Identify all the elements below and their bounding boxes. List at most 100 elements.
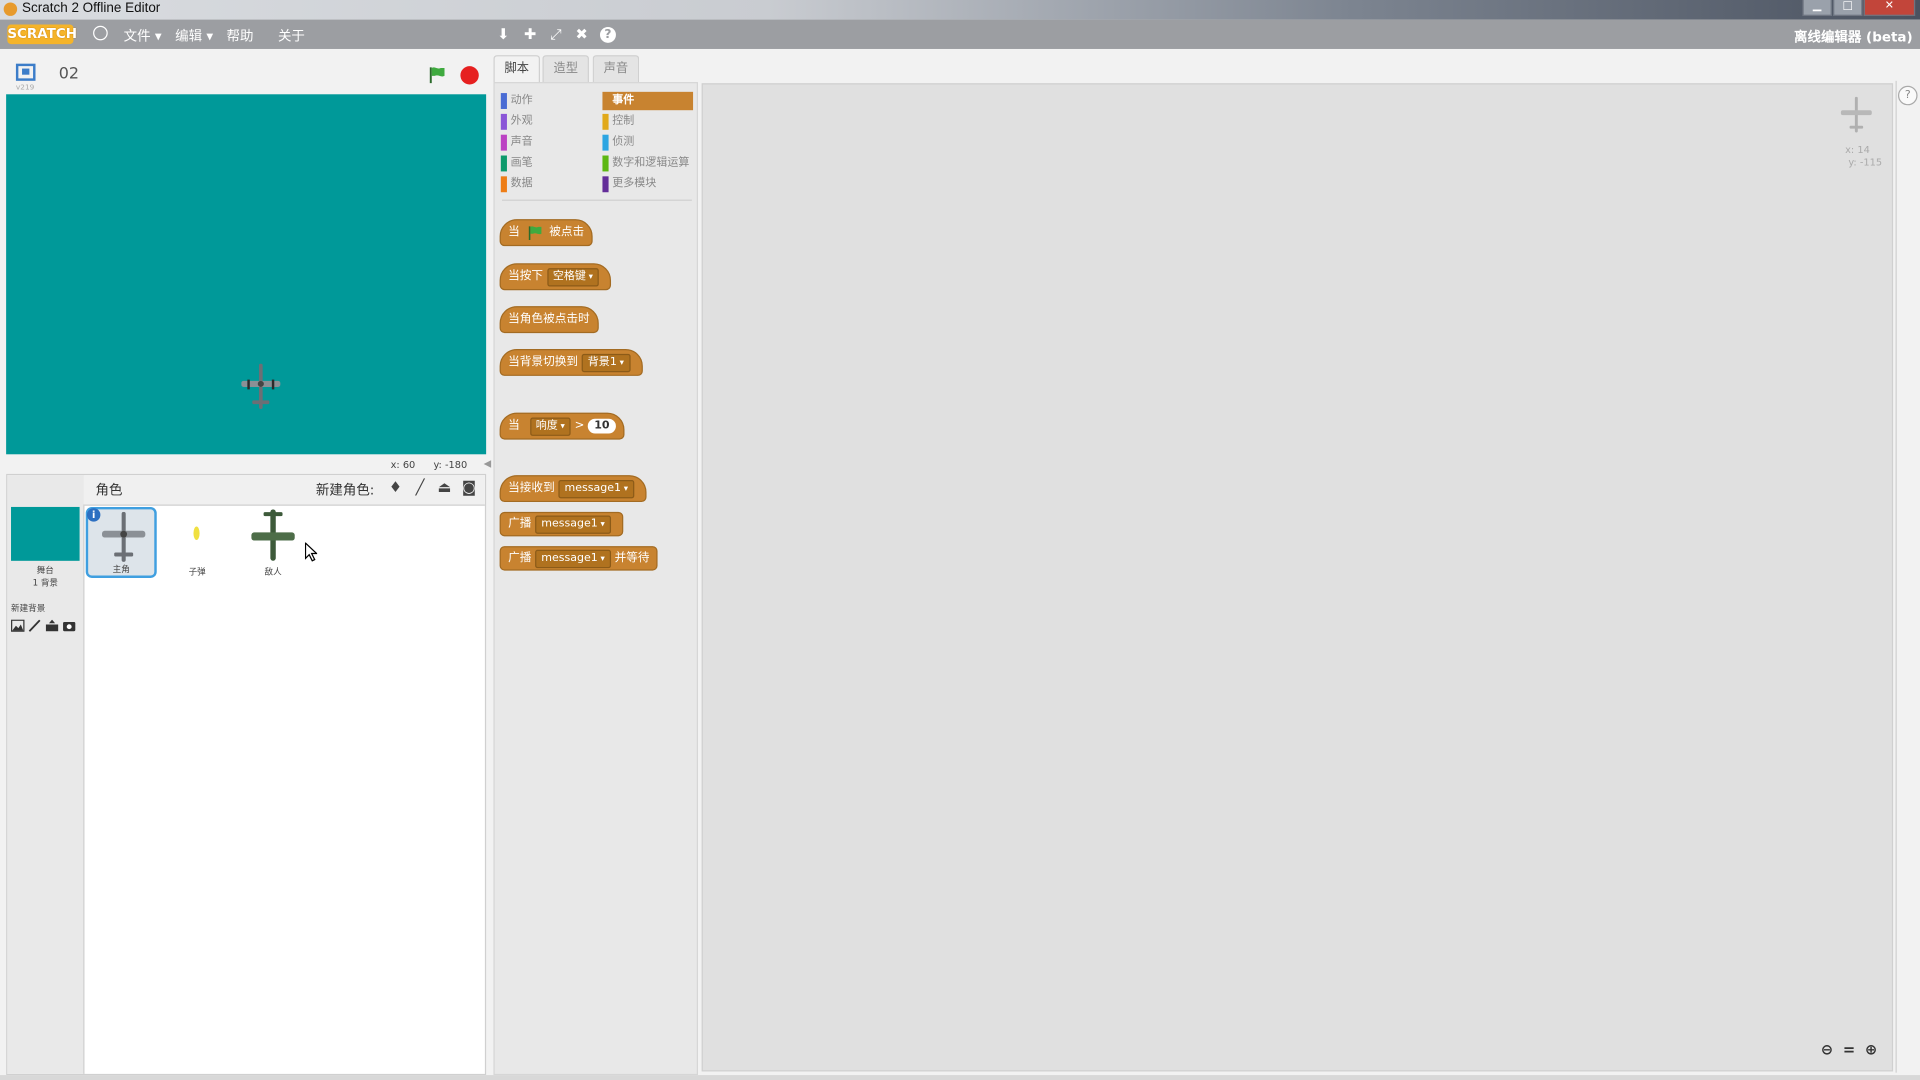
- language-globe-icon[interactable]: [93, 25, 108, 41]
- zoom-reset-icon[interactable]: =: [1840, 1041, 1857, 1058]
- category-more-blocks[interactable]: 更多模块: [602, 175, 695, 193]
- script-area[interactable]: x: 14 y: -115 ⊖ = ⊕: [701, 83, 1894, 1072]
- message-dropdown[interactable]: message1: [535, 549, 611, 568]
- category-motion[interactable]: 动作: [500, 92, 589, 110]
- category-label: 数字和逻辑运算: [612, 156, 690, 169]
- block-text: 当接收到: [508, 481, 555, 495]
- sprite-library-icon[interactable]: ♦: [387, 479, 404, 496]
- sprite-x-readout: x: 14: [1845, 144, 1870, 156]
- category-label: 侦测: [612, 135, 635, 149]
- menu-edit[interactable]: 编辑 ▾: [175, 26, 213, 46]
- menu-help[interactable]: 帮助: [227, 26, 254, 46]
- zoom-out-icon[interactable]: ⊖: [1818, 1041, 1835, 1058]
- menu-file[interactable]: 文件 ▾: [124, 26, 162, 46]
- block-when-backdrop-switches[interactable]: 当背景切换到 背景1: [499, 348, 643, 376]
- fullscreen-icon[interactable]: [15, 63, 36, 81]
- new-backdrop-label: 新建背景: [11, 603, 46, 614]
- zoom-controls: ⊖ = ⊕: [1818, 1041, 1879, 1058]
- sprites-label: 角色: [95, 482, 123, 499]
- category-control[interactable]: 控制: [602, 113, 695, 131]
- window-controls: ▁ □ ✕: [1802, 0, 1916, 17]
- upload-backdrop-icon[interactable]: [45, 619, 59, 632]
- key-dropdown[interactable]: 空格键: [546, 267, 600, 286]
- tab-sounds[interactable]: 声音: [592, 55, 640, 83]
- stop-icon[interactable]: [460, 66, 479, 85]
- category-label: 动作: [510, 94, 533, 107]
- tips-help-icon[interactable]: ?: [1897, 85, 1918, 106]
- stage-thumbnail[interactable]: [11, 506, 80, 561]
- category-operators[interactable]: 数字和逻辑运算: [602, 154, 695, 172]
- block-text: 当按下: [508, 269, 544, 283]
- zoom-in-icon[interactable]: ⊕: [1862, 1041, 1879, 1058]
- category-looks[interactable]: 外观: [500, 113, 589, 131]
- minimize-button[interactable]: ▁: [1802, 0, 1832, 16]
- block-when-receive[interactable]: 当接收到 message1: [499, 475, 647, 503]
- bullet-sprite-thumbnail: [193, 526, 200, 541]
- sprite-tile-bullet[interactable]: 子弹: [162, 507, 233, 578]
- category-sensing[interactable]: 侦测: [602, 133, 695, 151]
- mouse-x-readout: x: 60: [390, 459, 416, 471]
- tab-costumes[interactable]: 造型: [542, 55, 589, 83]
- grow-icon[interactable]: ⤢: [547, 26, 564, 43]
- collapse-arrow-icon[interactable]: ◀: [484, 458, 492, 470]
- new-backdrop-tools: [11, 619, 76, 632]
- close-button[interactable]: ✕: [1863, 0, 1916, 16]
- category-swatch: [500, 134, 507, 151]
- category-swatch: [602, 176, 609, 193]
- paint-backdrop-icon[interactable]: [28, 619, 41, 632]
- player-plane-sprite[interactable]: [241, 363, 281, 411]
- green-flag-icon[interactable]: [429, 66, 446, 84]
- scratch-logo[interactable]: SCRATCH: [7, 24, 77, 45]
- block-broadcast-and-wait[interactable]: 广播 message1 并等待: [499, 546, 659, 571]
- menu-about[interactable]: 关于: [278, 26, 305, 46]
- block-when-flag-clicked[interactable]: 当 被点击: [499, 219, 593, 247]
- category-label: 控制: [612, 115, 635, 128]
- sprite-pane: 舞台 1 背景 新建背景 角色 新建角色: ♦ ╱ ⏏ ◙ i 主角 子弹 敌人: [6, 473, 487, 1076]
- category-swatch: [500, 113, 507, 130]
- sprite-name: 敌人: [264, 566, 282, 577]
- stage-canvas[interactable]: [6, 94, 487, 455]
- block-when-sprite-clicked[interactable]: 当角色被点击时: [499, 306, 599, 334]
- palette-divider: [502, 199, 692, 201]
- category-swatch: [500, 155, 507, 172]
- shrink-icon[interactable]: ✖: [573, 26, 590, 43]
- block-broadcast[interactable]: 广播 message1: [499, 511, 624, 537]
- sprite-tile-player[interactable]: i 主角: [85, 506, 157, 578]
- category-sound[interactable]: 声音: [500, 133, 589, 151]
- upload-sprite-icon[interactable]: ⏏: [436, 479, 453, 496]
- stage-backdrop-count: 1 背景: [32, 577, 58, 588]
- paint-sprite-icon[interactable]: ╱: [411, 479, 428, 496]
- category-data[interactable]: 数据: [500, 175, 589, 193]
- category-label: 事件: [612, 94, 635, 107]
- project-title[interactable]: 02: [59, 65, 79, 83]
- category-pen[interactable]: 画笔: [500, 154, 589, 172]
- help-icon[interactable]: ?: [600, 26, 616, 43]
- backdrop-dropdown[interactable]: 背景1: [581, 353, 631, 372]
- enemy-sprite-thumbnail: [251, 509, 295, 561]
- backdrop-library-icon[interactable]: [11, 619, 25, 632]
- category-events[interactable]: 事件: [602, 91, 694, 111]
- offline-editor-label: 离线编辑器 (beta): [1794, 29, 1913, 46]
- category-label: 声音: [510, 135, 533, 149]
- cut-icon[interactable]: ✚: [522, 26, 539, 43]
- duplicate-icon[interactable]: ⬇: [495, 26, 512, 43]
- message-dropdown[interactable]: message1: [558, 479, 635, 498]
- message-dropdown[interactable]: message1: [535, 514, 611, 534]
- new-sprite-tools: ♦ ╱ ⏏ ◙: [387, 479, 478, 496]
- block-when-sensor-greater[interactable]: 当 响度 > 10: [499, 412, 625, 440]
- block-text: 被点击: [549, 225, 585, 239]
- maximize-button[interactable]: □: [1833, 0, 1863, 16]
- sensor-dropdown[interactable]: 响度: [529, 416, 571, 436]
- block-text: 当角色被点击时: [508, 312, 590, 326]
- sprite-tile-enemy[interactable]: 敌人: [238, 507, 309, 578]
- camera-sprite-icon[interactable]: ◙: [460, 479, 477, 496]
- block-when-key-pressed[interactable]: 当按下 空格键: [499, 263, 612, 291]
- block-text: 当: [508, 418, 520, 433]
- sensor-value-input[interactable]: 10: [588, 418, 616, 434]
- sprite-y-readout: y: -115: [1848, 156, 1883, 168]
- block-palette: 动作 外观 声音 画笔 数据 事件 控制 侦测 数字和逻辑运算 更多模块 当 被…: [493, 82, 698, 1076]
- mouse-cursor-icon: [304, 542, 318, 562]
- sprite-name: 子弹: [188, 566, 206, 577]
- camera-backdrop-icon[interactable]: [62, 620, 76, 632]
- tab-scripts[interactable]: 脚本: [493, 55, 541, 84]
